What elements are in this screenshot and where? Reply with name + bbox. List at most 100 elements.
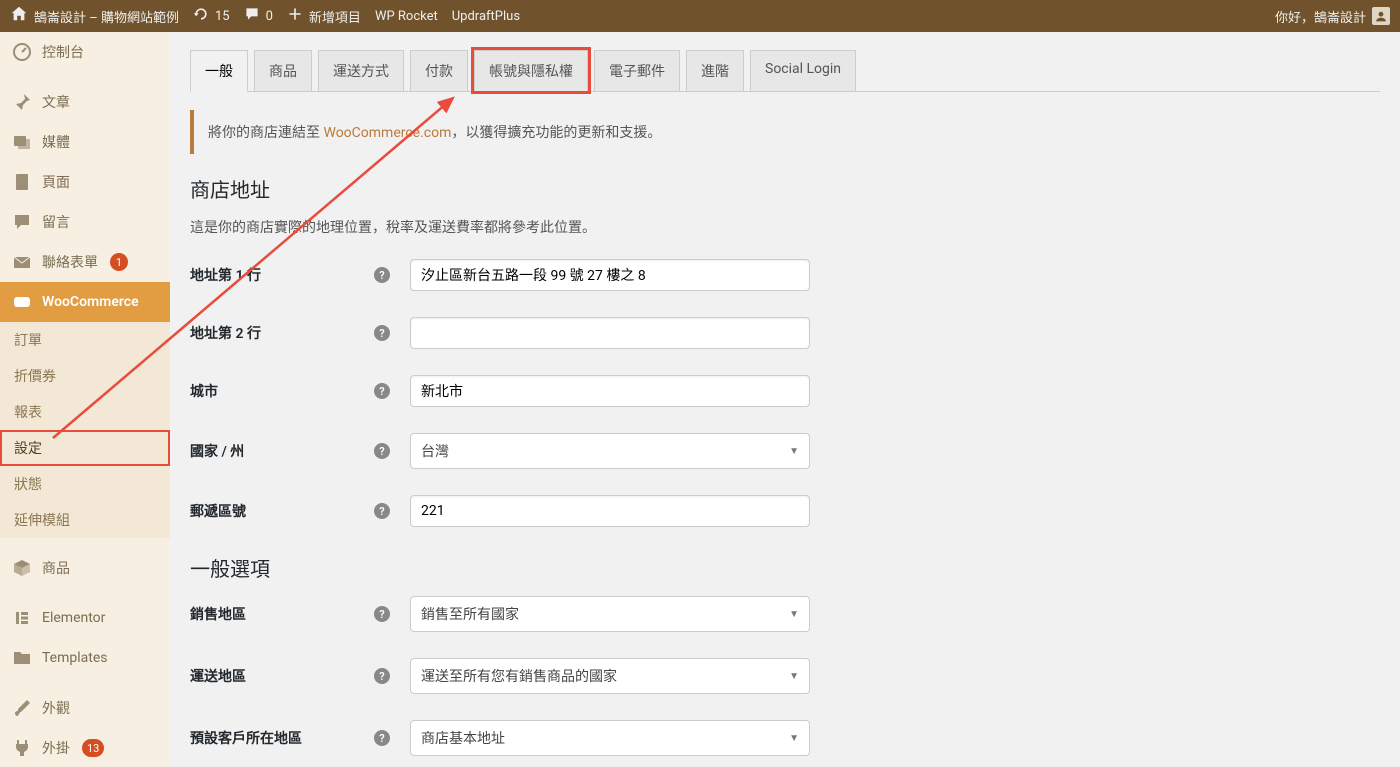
help-icon[interactable]: ? <box>374 267 390 283</box>
label-selling: 銷售地區 <box>190 604 246 624</box>
label-city: 城市 <box>190 381 218 401</box>
tab-shipping[interactable]: 運送方式 <box>318 50 404 91</box>
help-icon[interactable]: ? <box>374 606 390 622</box>
sidebar-label: 商品 <box>42 558 70 578</box>
home-icon <box>10 5 28 27</box>
help-icon[interactable]: ? <box>374 668 390 684</box>
tab-emails[interactable]: 電子郵件 <box>594 50 680 91</box>
tab-general[interactable]: 一般 <box>190 50 248 92</box>
plug-icon <box>12 738 32 758</box>
admin-sidebar: 控制台 文章 媒體 頁面 留言 聯絡表單 1 WooCommerce 訂單 折價… <box>0 32 170 767</box>
plus-icon <box>287 6 303 26</box>
tab-accounts-privacy[interactable]: 帳號與隱私權 <box>474 50 588 91</box>
sidebar-label: 外觀 <box>42 698 70 718</box>
tab-payments[interactable]: 付款 <box>410 50 468 91</box>
row-country: 國家 / 州? 台灣▼ <box>190 433 1380 469</box>
sidebar-sub-orders[interactable]: 訂單 <box>0 322 170 358</box>
new-content-link[interactable]: 新增項目 <box>287 6 361 26</box>
tab-social-login[interactable]: Social Login <box>750 50 856 91</box>
avatar-icon <box>1372 7 1390 25</box>
sidebar-item-templates[interactable]: Templates <box>0 638 170 678</box>
sidebar-item-posts[interactable]: 文章 <box>0 82 170 122</box>
notice-link[interactable]: WooCommerce.com <box>323 125 451 141</box>
sidebar-label: 留言 <box>42 212 70 232</box>
sidebar-item-plugins[interactable]: 外掛 13 <box>0 728 170 767</box>
adminbar-right: 你好，鵠崙設計 <box>1275 7 1390 26</box>
sidebar-sub-settings[interactable]: 設定 <box>0 430 170 466</box>
help-icon[interactable]: ? <box>374 383 390 399</box>
sidebar-label: 外掛 <box>42 738 70 758</box>
sidebar-sub-reports[interactable]: 報表 <box>0 394 170 430</box>
sidebar-item-products[interactable]: 商品 <box>0 548 170 588</box>
chevron-down-icon: ▼ <box>789 733 799 744</box>
plugins-badge: 13 <box>82 739 104 757</box>
help-icon[interactable]: ? <box>374 730 390 746</box>
sidebar-item-elementor[interactable]: Elementor <box>0 598 170 638</box>
select-selling-location[interactable]: 銷售至所有國家▼ <box>410 596 810 632</box>
folder-icon <box>12 648 32 668</box>
greeting-text: 你好，鵠崙設計 <box>1275 7 1366 26</box>
comments-link[interactable]: 0 <box>244 6 273 26</box>
chevron-down-icon: ▼ <box>789 609 799 620</box>
input-address-2[interactable] <box>410 317 810 349</box>
store-address-title: 商店地址 <box>190 174 1380 203</box>
user-greeting-link[interactable]: 你好，鵠崙設計 <box>1275 7 1390 26</box>
comments-count: 0 <box>266 9 273 24</box>
media-icon <box>12 132 32 152</box>
row-address-2: 地址第 2 行? <box>190 317 1380 349</box>
help-icon[interactable]: ? <box>374 443 390 459</box>
label-address-2: 地址第 2 行 <box>190 323 261 343</box>
input-postcode[interactable] <box>410 495 810 527</box>
input-city[interactable] <box>410 375 810 407</box>
main-content: 一般 商品 運送方式 付款 帳號與隱私權 電子郵件 進階 Social Logi… <box>170 32 1400 767</box>
sidebar-sub-coupons[interactable]: 折價券 <box>0 358 170 394</box>
label-address-1: 地址第 1 行 <box>190 265 261 285</box>
comment-icon <box>244 6 260 26</box>
woocommerce-submenu: 訂單 折價券 報表 設定 狀態 延伸模組 <box>0 322 170 538</box>
sidebar-label: 聯絡表單 <box>42 252 98 272</box>
row-shipping-location: 運送地區? 運送至所有您有銷售商品的國家▼ <box>190 658 1380 694</box>
woocommerce-icon <box>12 292 32 312</box>
comment-icon <box>12 212 32 232</box>
wp-rocket-link[interactable]: WP Rocket <box>375 9 438 24</box>
notice-suffix: ，以獲得擴充功能的更新和支援。 <box>451 125 661 141</box>
sidebar-label: 控制台 <box>42 42 84 62</box>
sidebar-label: Templates <box>42 650 108 666</box>
label-shipping: 運送地區 <box>190 666 246 686</box>
sidebar-item-appearance[interactable]: 外觀 <box>0 688 170 728</box>
elementor-icon <box>12 608 32 628</box>
tab-advanced[interactable]: 進階 <box>686 50 744 91</box>
row-postcode: 郵遞區號? <box>190 495 1380 527</box>
label-postcode: 郵遞區號 <box>190 501 246 521</box>
site-home-link[interactable]: 鵠崙設計 – 購物網站範例 <box>10 5 179 27</box>
sidebar-item-woocommerce[interactable]: WooCommerce <box>0 282 170 322</box>
sidebar-sub-status[interactable]: 狀態 <box>0 466 170 502</box>
admin-bar: 鵠崙設計 – 購物網站範例 15 0 新增項目 WP Rocket Updraf… <box>0 0 1400 32</box>
select-shipping-location[interactable]: 運送至所有您有銷售商品的國家▼ <box>410 658 810 694</box>
sidebar-sub-extensions[interactable]: 延伸模組 <box>0 502 170 538</box>
select-country[interactable]: 台灣▼ <box>410 433 810 469</box>
sidebar-item-comments[interactable]: 留言 <box>0 202 170 242</box>
tab-products[interactable]: 商品 <box>254 50 312 91</box>
sidebar-label: WooCommerce <box>42 294 139 310</box>
help-icon[interactable]: ? <box>374 503 390 519</box>
updraft-link[interactable]: UpdraftPlus <box>452 9 520 24</box>
sidebar-item-contact[interactable]: 聯絡表單 1 <box>0 242 170 282</box>
help-icon[interactable]: ? <box>374 325 390 341</box>
pin-icon <box>12 92 32 112</box>
sidebar-item-media[interactable]: 媒體 <box>0 122 170 162</box>
dashboard-icon <box>12 42 32 62</box>
select-default-location[interactable]: 商店基本地址▼ <box>410 720 810 756</box>
new-content-label: 新增項目 <box>309 7 361 26</box>
row-default-location: 預設客戶所在地區? 商店基本地址▼ <box>190 720 1380 756</box>
updates-count: 15 <box>215 9 230 24</box>
sidebar-item-dashboard[interactable]: 控制台 <box>0 32 170 72</box>
input-address-1[interactable] <box>410 259 810 291</box>
page-icon <box>12 172 32 192</box>
contact-badge: 1 <box>110 253 128 271</box>
connect-notice: 將你的商店連結至 WooCommerce.com，以獲得擴充功能的更新和支援。 <box>190 110 1380 154</box>
settings-tabs: 一般 商品 運送方式 付款 帳號與隱私權 電子郵件 進階 Social Logi… <box>190 50 1380 92</box>
row-address-1: 地址第 1 行? <box>190 259 1380 291</box>
sidebar-item-pages[interactable]: 頁面 <box>0 162 170 202</box>
updates-link[interactable]: 15 <box>193 6 230 26</box>
